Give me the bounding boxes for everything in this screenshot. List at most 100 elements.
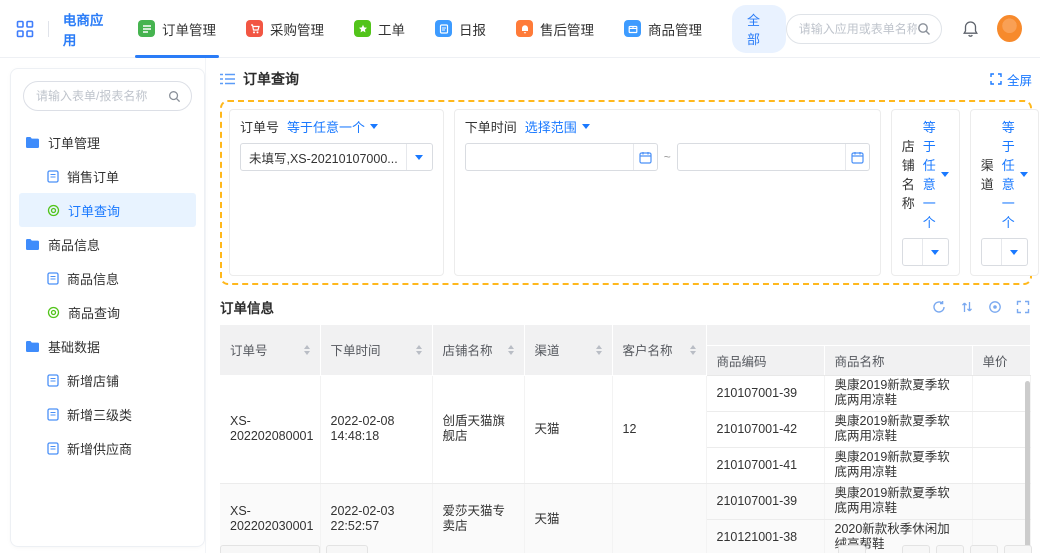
fullscreen-button[interactable]: 全屏	[990, 70, 1032, 89]
tab-work-order[interactable]: 工单	[354, 0, 405, 58]
folder-icon	[25, 340, 40, 353]
aftersale-alarm-icon	[516, 20, 533, 37]
search-icon[interactable]	[917, 22, 931, 36]
target-icon	[47, 306, 60, 319]
shop-name-select[interactable]	[902, 238, 949, 266]
order-time-cell: 2022-02-08 14:48:18	[320, 375, 432, 483]
folder-icon	[25, 136, 40, 149]
sort-toggle-icon[interactable]	[502, 345, 514, 355]
select-caret-button[interactable]	[1001, 239, 1027, 265]
end-date-field[interactable]	[677, 143, 870, 171]
product-name-cell: 奥康2019新款夏季软底两用凉鞋	[824, 447, 972, 483]
tab-aftersale-management[interactable]: 售后管理	[516, 0, 594, 58]
sort-toggle-icon[interactable]	[684, 345, 696, 355]
product-code-cell: 210107001-41	[706, 447, 824, 483]
sidebar-item-new-category[interactable]: 新增三级类	[19, 397, 196, 431]
sidebar-item-order-query[interactable]: 订单查询	[19, 193, 196, 227]
filter-operator-dropdown[interactable]: 等于任意一个	[923, 117, 949, 231]
page-menu-icon[interactable]	[220, 73, 235, 85]
user-avatar[interactable]	[997, 15, 1022, 42]
start-date-input[interactable]	[466, 150, 633, 164]
pager-last-button[interactable]	[1004, 545, 1032, 553]
filter-channel: 渠道 等于任意一个	[970, 109, 1039, 276]
table-row[interactable]: XS-2022020300012022-02-03 22:52:57爱莎天猫专卖…	[220, 483, 1030, 519]
product-name-cell: 奥康2019新款夏季软底两用凉鞋	[824, 483, 972, 519]
pager-first-button[interactable]	[838, 545, 866, 553]
product-group-header	[706, 325, 1030, 345]
global-search[interactable]	[786, 14, 943, 44]
product-code-cell: 210107001-39	[706, 375, 824, 411]
target-icon	[47, 204, 60, 217]
sidebar-item-new-shop[interactable]: 新增店铺	[19, 363, 196, 397]
notification-bell-icon[interactable]	[962, 20, 979, 38]
tab-product-management[interactable]: 商品管理	[624, 0, 702, 58]
order-time-cell: 2022-02-03 22:52:57	[320, 483, 432, 553]
tab-purchase-management[interactable]: 采购管理	[246, 0, 324, 58]
apps-grid-icon[interactable]	[16, 20, 34, 38]
sidebar-group-base-data[interactable]: 基础数据	[19, 329, 196, 363]
col-header-customer[interactable]: 客户名称	[612, 325, 706, 375]
sidebar-search[interactable]	[23, 81, 192, 111]
sidebar-group-order-management[interactable]: 订单管理	[19, 125, 196, 159]
col-header-order-no[interactable]: 订单号	[220, 325, 320, 375]
sort-icon[interactable]	[960, 300, 974, 314]
sidebar-item-new-supplier[interactable]: 新增供应商	[19, 431, 196, 465]
filter-operator-dropdown[interactable]: 选择范围	[525, 117, 590, 136]
channel-select[interactable]	[981, 238, 1028, 266]
expand-icon[interactable]	[1016, 300, 1030, 314]
tab-daily-report[interactable]: 日报	[435, 0, 486, 58]
footer-button[interactable]	[326, 545, 368, 553]
sort-toggle-icon[interactable]	[410, 345, 422, 355]
visibility-icon[interactable]	[988, 300, 1002, 314]
channel-cell: 天猫	[524, 483, 612, 553]
select-caret-button[interactable]	[406, 144, 432, 170]
filter-operator-dropdown[interactable]: 等于任意一个	[287, 117, 378, 136]
sidebar-search-input[interactable]	[36, 89, 168, 103]
filter-operator-dropdown[interactable]: 等于任意一个	[1002, 117, 1028, 231]
calendar-icon[interactable]	[845, 144, 869, 170]
col-header-shop[interactable]: 店铺名称	[432, 325, 524, 375]
pager-page-button[interactable]	[936, 545, 964, 553]
col-header-product-name[interactable]: 商品名称	[824, 345, 972, 375]
all-apps-button[interactable]: 全部	[732, 5, 786, 53]
sort-toggle-icon[interactable]	[298, 345, 310, 355]
doc-icon	[47, 170, 59, 183]
doc-icon	[47, 374, 59, 387]
pager-next-button[interactable]	[970, 545, 998, 553]
refresh-icon[interactable]	[932, 300, 946, 314]
select-caret-button[interactable]	[922, 239, 948, 265]
page-size-select[interactable]	[220, 545, 320, 553]
calendar-icon[interactable]	[633, 144, 657, 170]
workspace-title[interactable]: 电商应用	[63, 9, 112, 49]
col-header-order-time[interactable]: 下单时间	[320, 325, 432, 375]
order-no-select[interactable]: 未填写,XS-20210107000...	[240, 143, 433, 171]
vertical-scrollbar[interactable]	[1025, 381, 1030, 553]
unit-price-cell	[972, 411, 1030, 447]
page-title: 订单查询	[243, 69, 299, 89]
filter-shop-name: 店铺名称 等于任意一个	[891, 109, 960, 276]
search-icon[interactable]	[168, 90, 181, 103]
table-row[interactable]: XS-2022020800012022-02-08 14:48:18创盾天猫旗舰…	[220, 375, 1030, 411]
start-date-field[interactable]	[465, 143, 658, 171]
global-search-input[interactable]	[799, 22, 918, 36]
col-header-product-code[interactable]: 商品编码	[706, 345, 824, 375]
sidebar-group-product-info[interactable]: 商品信息	[19, 227, 196, 261]
sidebar-item-product-info[interactable]: 商品信息	[19, 261, 196, 295]
col-header-unit-price[interactable]: 单价	[972, 345, 1030, 375]
col-header-channel[interactable]: 渠道	[524, 325, 612, 375]
end-date-input[interactable]	[678, 150, 845, 164]
order-no-cell: XS-202202030001	[220, 483, 320, 553]
filter-bar: 订单号 等于任意一个 未填写,XS-20210107000... 下单时间 选择…	[220, 100, 1032, 285]
customer-cell	[612, 483, 706, 553]
sidebar-item-sales-order[interactable]: 销售订单	[19, 159, 196, 193]
product-box-icon	[624, 20, 641, 37]
sidebar-item-product-query[interactable]: 商品查询	[19, 295, 196, 329]
daily-report-icon	[435, 20, 452, 37]
channel-cell: 天猫	[524, 375, 612, 483]
filter-order-no: 订单号 等于任意一个 未填写,XS-20210107000...	[229, 109, 444, 276]
tab-order-management[interactable]: 订单管理	[138, 0, 216, 58]
sort-toggle-icon[interactable]	[590, 345, 602, 355]
table-title: 订单信息	[220, 297, 274, 317]
pager-prev-button[interactable]	[902, 545, 930, 553]
customer-cell: 12	[612, 375, 706, 483]
